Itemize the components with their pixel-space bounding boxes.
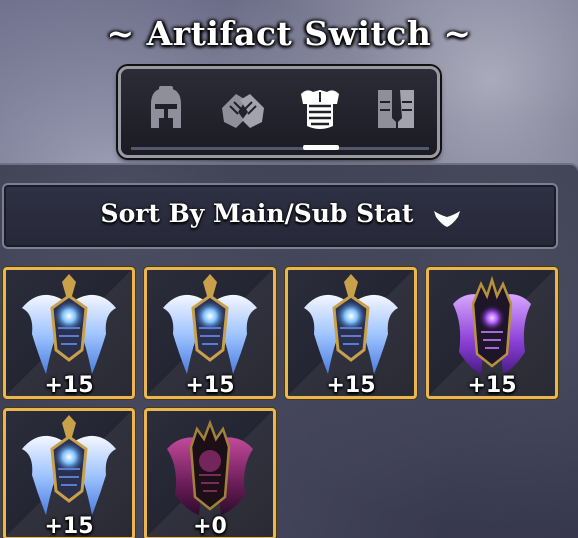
helmet-icon — [151, 86, 181, 128]
artifact-level: +15 — [44, 514, 94, 538]
blue-winged-armor-icon — [304, 274, 398, 374]
artifact-slot[interactable]: +15 — [3, 267, 135, 399]
blue-winged-armor-icon — [163, 274, 257, 374]
chevron-down-icon — [434, 211, 460, 227]
artifact-slot[interactable]: +15 — [144, 267, 276, 399]
blue-winged-armor-icon — [22, 274, 116, 374]
tab-track — [131, 147, 429, 150]
artifact-level: +15 — [44, 373, 94, 398]
tab-helmet[interactable] — [136, 81, 196, 137]
artifact-slot[interactable]: +15 — [426, 267, 558, 399]
artifact-level: +0 — [193, 514, 227, 538]
gauntlets-icon — [222, 94, 264, 128]
tab-chest-armor[interactable] — [290, 81, 350, 137]
sort-dropdown[interactable]: Sort By Main/Sub Stat — [2, 183, 558, 249]
purple-dark-armor-icon — [453, 275, 531, 374]
crimson-dark-armor-icon — [167, 419, 253, 515]
artifact-level: +15 — [467, 373, 517, 398]
artifact-slot[interactable]: +15 — [285, 267, 417, 399]
boots-icon — [378, 90, 414, 128]
page-title: ~ Artifact Switch ~ — [106, 14, 472, 53]
artifact-slot[interactable]: +15 — [3, 408, 135, 538]
tab-selected-indicator — [303, 145, 339, 150]
artifact-level: +15 — [326, 373, 376, 398]
tab-gauntlets[interactable] — [213, 81, 273, 137]
equipment-slot-tabs — [118, 66, 440, 158]
chest-armor-icon — [301, 90, 339, 129]
artifact-level: +15 — [185, 373, 235, 398]
tab-boots[interactable] — [367, 81, 427, 137]
artifact-slot[interactable]: +0 — [144, 408, 276, 538]
blue-winged-armor-icon — [22, 415, 116, 515]
